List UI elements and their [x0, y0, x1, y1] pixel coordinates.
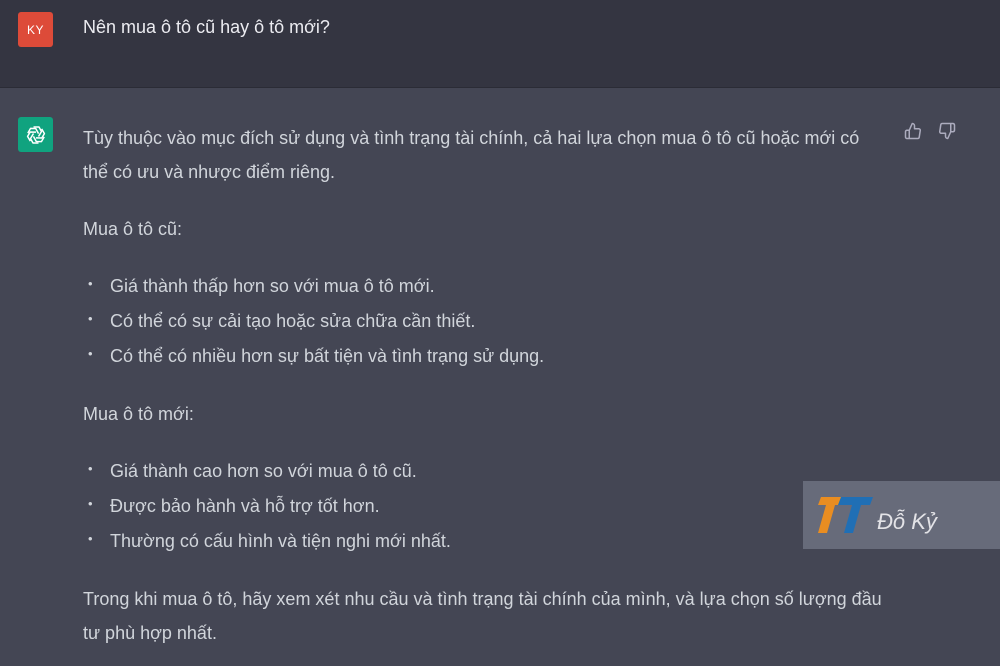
list-item: • Được bảo hành và hỗ trợ tốt hơn.: [88, 496, 380, 516]
user-avatar: KY: [18, 12, 53, 47]
user-message-text: Nên mua ô tô cũ hay ô tô mới?: [83, 17, 330, 37]
assistant-answer: Tùy thuộc vào mục đích sử dụng và tình t…: [83, 121, 883, 650]
section-heading-used-car: Mua ô tô cũ:: [83, 219, 183, 239]
list-item: • Có thể có nhiều hơn sự bất tiện và tình…: [88, 346, 545, 366]
openai-logo-icon: [18, 117, 53, 152]
bullet-icon: •: [88, 496, 93, 511]
watermark-logo-icon: [818, 497, 873, 533]
chat-page: KY Nên mua ô tô cũ hay ô tô mới? Tùy thu…: [0, 0, 1000, 666]
section-heading-new-car: Mua ô tô mới:: [83, 404, 194, 424]
assistant-message-row: Tùy thuộc vào mục đích sử dụng và tình t…: [0, 88, 1000, 666]
user-message-row: KY Nên mua ô tô cũ hay ô tô mới?: [0, 0, 1000, 88]
used-car-list: • Giá thành thấp hơn so với mua ô tô mới.…: [83, 269, 883, 374]
watermark-text: Đỗ Kỷ: [877, 509, 937, 534]
thumbs-down-icon[interactable]: [936, 120, 958, 142]
watermark: Đỗ Kỷ: [803, 481, 1000, 549]
bullet-icon: •: [88, 531, 93, 546]
new-car-list: • Giá thành cao hơn so với mua ô tô cũ. •…: [83, 454, 883, 559]
thumbs-up-icon[interactable]: [902, 120, 924, 142]
list-item: • Giá thành thấp hơn so với mua ô tô mới.: [88, 276, 435, 296]
feedback-buttons: [902, 120, 958, 142]
bullet-icon: •: [88, 461, 93, 476]
answer-intro: Tùy thuộc vào mục đích sử dụng và tình t…: [83, 128, 860, 182]
list-item: • Có thể có sự cải tạo hoặc sửa chữa cần …: [88, 311, 476, 331]
list-item: • Thường có cấu hình và tiện nghi mới nhấ…: [88, 531, 451, 551]
list-item: • Giá thành cao hơn so với mua ô tô cũ.: [88, 461, 417, 481]
bullet-icon: •: [88, 346, 93, 361]
bullet-icon: •: [88, 311, 93, 326]
answer-conclusion: Trong khi mua ô tô, hãy xem xét nhu cầu …: [83, 589, 882, 643]
bullet-icon: •: [88, 276, 93, 291]
